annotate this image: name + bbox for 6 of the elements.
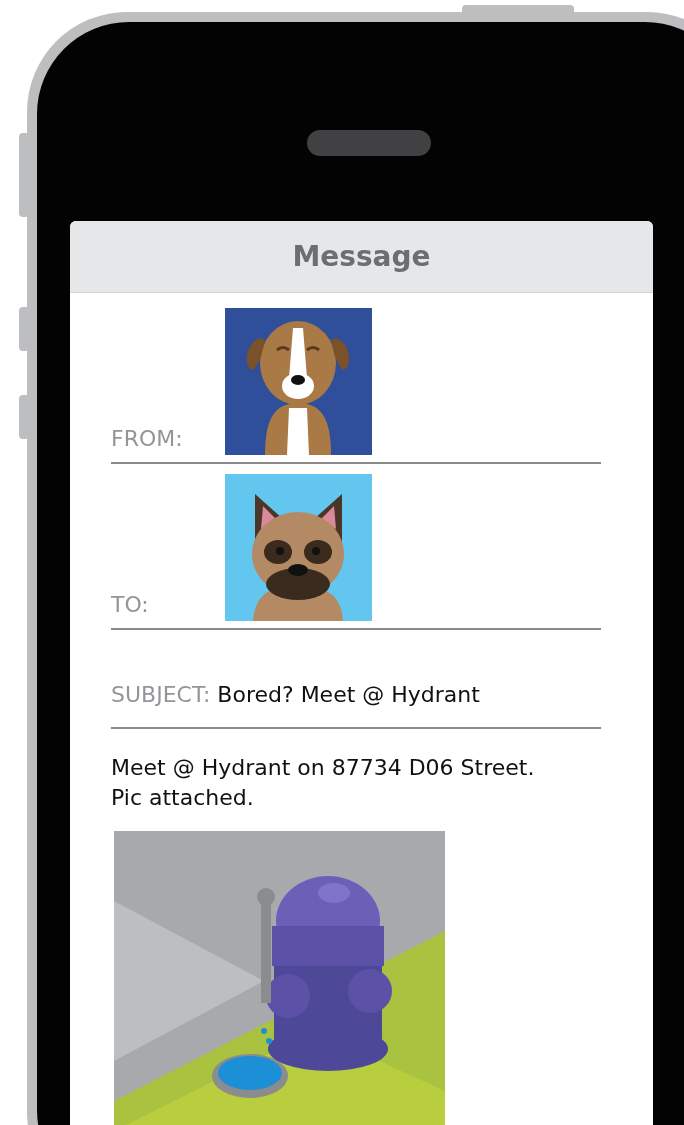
screen-title: Message [292,238,431,275]
message-text: Meet @ Hydrant on 87734 D06 Street. Pic attached. [111,754,536,812]
side-button[interactable] [462,5,574,12]
subject-line: SUBJECT: Bored? Meet @ Hydrant [111,681,480,709]
field-label: TO: [111,591,150,619]
field-label: FROM: [111,425,184,453]
